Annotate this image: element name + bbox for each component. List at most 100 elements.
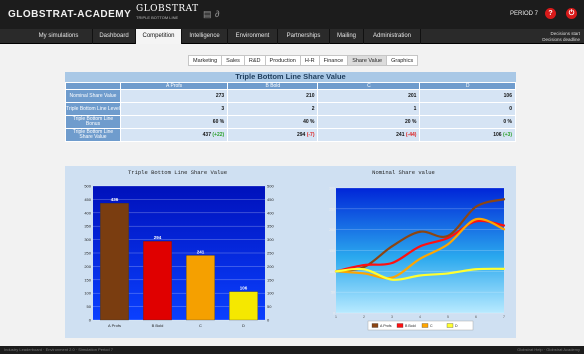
power-icon[interactable]: ⏻ <box>566 8 577 19</box>
tab-environment[interactable]: Environment <box>228 29 278 44</box>
table-cell: 2 <box>227 102 319 116</box>
data-point <box>391 276 393 279</box>
y-tick-label: 100 <box>329 270 335 274</box>
subtab-share-value[interactable]: Share Value <box>347 55 387 66</box>
tab-mailing[interactable]: Mailing <box>330 29 364 44</box>
tab-partnerships[interactable]: Partnerships <box>278 29 330 44</box>
data-point <box>419 257 421 260</box>
y-tick-label: 50 <box>331 291 335 295</box>
data-point <box>391 278 393 281</box>
line-chart-title: Nominal Share value <box>372 169 435 176</box>
x-tick-label: 1 <box>335 315 337 319</box>
data-point <box>363 264 365 267</box>
subtab-finance[interactable]: Finance <box>318 55 348 66</box>
table-cell: 40 % <box>227 115 319 129</box>
cell-value: 294 <box>296 132 306 138</box>
cell-value: 106 <box>503 93 512 99</box>
y-tick-label: 400 <box>84 210 91 215</box>
x-tick-label: C <box>199 323 202 328</box>
y-tick-label-right: 500 <box>267 184 274 189</box>
subtab-marketing[interactable]: Marketing <box>188 55 222 66</box>
tab-competition[interactable]: Competition <box>136 29 182 44</box>
column-header: C <box>317 82 421 90</box>
table-cell: 210 <box>227 89 319 103</box>
cell-value: 437 <box>202 132 211 138</box>
x-tick-label: D <box>242 323 245 328</box>
table-cell: 201 <box>317 89 421 103</box>
bar-value-label: 294 <box>154 235 162 240</box>
subtab-hr[interactable]: H-R <box>299 55 319 66</box>
table-body: Nominal Share Value 273 210 201 106 Triple Bo… <box>65 89 516 142</box>
cell-value: 106 <box>493 132 502 138</box>
period-indicator: PERIOD 7 <box>510 11 539 17</box>
legend-swatch <box>446 323 454 328</box>
cell-value: 210 <box>306 93 315 99</box>
data-point <box>503 267 505 270</box>
cell-value: 0 <box>509 106 512 112</box>
cell-value: 2 <box>311 106 315 112</box>
x-tick-label: 5 <box>447 315 449 319</box>
cell-delta: (+22) <box>212 132 225 138</box>
legend-swatch <box>396 323 404 328</box>
bar-value-label: 106 <box>240 286 248 291</box>
bar-chart-title: Triple Bottom Line Share Value <box>127 169 228 176</box>
table-row: Triple Bottom Line Level 3 2 1 0 <box>65 102 516 116</box>
cell-value: 20 % <box>405 119 417 125</box>
y-tick-label: 250 <box>84 251 91 256</box>
y-tick-label: 500 <box>84 184 91 189</box>
table-cell: 0 % <box>419 115 516 129</box>
row-label: Triple Bottom Line Share Value <box>65 128 121 142</box>
cell-value: 273 <box>215 93 225 99</box>
tab-dashboard[interactable]: Dashboard <box>93 29 136 44</box>
tab-intelligence[interactable]: Intelligence <box>182 29 228 44</box>
subtab-graphics[interactable]: Graphics <box>386 55 419 66</box>
x-tick-label: B Bold <box>152 323 164 328</box>
line-chart: 0501001502002503001 2 3 4 5 6 7A Profs B Bold C D <box>329 187 506 331</box>
link-icon[interactable]: ∂ <box>215 10 224 19</box>
table-cell: 1 <box>317 102 421 116</box>
legend-swatch <box>371 323 379 328</box>
data-point <box>419 230 421 233</box>
data-point <box>503 228 505 231</box>
cell-value: 3 <box>221 106 225 112</box>
x-tick-label: 7 <box>503 315 505 319</box>
x-tick-label: 3 <box>391 315 393 319</box>
tab-my-simulations[interactable]: My simulations <box>25 29 93 44</box>
y-tick-label: 350 <box>84 224 91 229</box>
brand-logo-text: GLOBSTRAT <box>136 4 199 14</box>
column-header: D <box>419 82 516 90</box>
table-row: Triple Bottom Line Bonus 60 % 40 % 20 % 0 % <box>65 115 516 129</box>
brand-name: GLOBSTRAT-ACADEMY <box>8 9 132 20</box>
table-cell: 3 <box>119 102 229 116</box>
subtab-rd[interactable]: R&D <box>243 55 265 66</box>
charts-panel: Triple Bottom Line Share Value Nominal S… <box>65 166 516 338</box>
footer-left: Industry Leaderboard · Environment 2.0 ·… <box>4 347 113 352</box>
subtab-production[interactable]: Production <box>264 55 300 66</box>
y-tick-label-right: 100 <box>267 291 274 296</box>
data-point <box>447 243 449 246</box>
tab-administration[interactable]: Administration <box>364 29 421 44</box>
y-tick-label: 150 <box>84 277 91 282</box>
y-tick-label-right: 150 <box>267 277 274 282</box>
brand-logo-subtitle: TRIPLE BOTTOM LINE <box>136 15 179 20</box>
print-icon[interactable]: ▤ <box>203 10 212 19</box>
legend-label: D <box>455 324 458 328</box>
help-icon[interactable]: ? <box>545 8 556 19</box>
data-point <box>447 237 449 239</box>
bar-chart: 0 0 50 50 100 100 150 150 200 200 250 250 300 300 350 3… <box>84 184 274 329</box>
data-point <box>475 268 477 271</box>
y-tick-label-right: 250 <box>267 251 274 256</box>
legend-swatch <box>421 323 429 328</box>
cell-value: 201 <box>408 93 417 99</box>
table-cell: 106 (+3) <box>419 128 516 142</box>
y-tick-label: 300 <box>329 187 335 191</box>
bar-value-label: 436 <box>111 197 119 202</box>
x-tick-label: 4 <box>419 315 421 319</box>
column-header: B Bold <box>227 82 319 90</box>
y-tick-label-right: 450 <box>267 197 274 202</box>
bar <box>143 241 172 321</box>
table-cell: 20 % <box>317 115 421 129</box>
data-point <box>391 262 393 264</box>
y-tick-label-right: 50 <box>267 304 272 309</box>
subtab-sales[interactable]: Sales <box>221 55 244 66</box>
